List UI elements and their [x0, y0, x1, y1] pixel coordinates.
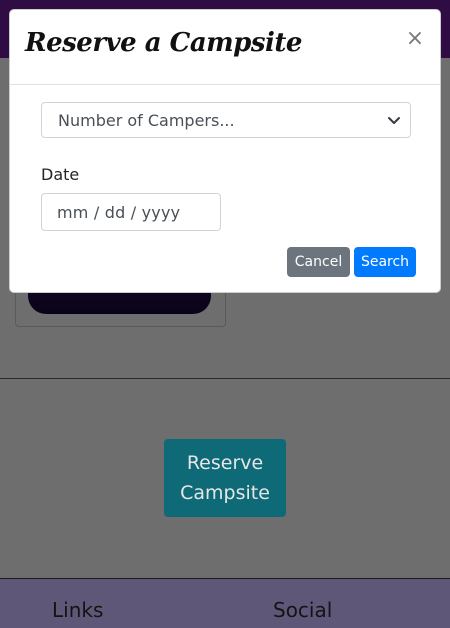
date-input-placeholder: mm / dd / yyyy — [57, 202, 181, 222]
date-input[interactable]: mm / dd / yyyy — [41, 193, 221, 231]
modal-header: Reserve a Campsite × — [10, 10, 440, 85]
reserve-campsite-button[interactable]: Reserve Campsite — [164, 439, 286, 517]
modal-title: Reserve a Campsite — [25, 28, 302, 58]
cancel-button[interactable]: Cancel — [287, 247, 350, 277]
footer-social-heading: Social — [273, 598, 333, 622]
reserve-modal: Reserve a Campsite × Number of Campers..… — [9, 9, 441, 293]
date-label: Date — [41, 165, 80, 184]
search-button[interactable]: Search — [354, 247, 416, 277]
campers-select[interactable]: Number of Campers... — [41, 102, 411, 138]
close-icon[interactable]: × — [404, 26, 426, 52]
footer-links-heading: Links — [52, 598, 104, 622]
chevron-down-icon — [388, 117, 400, 124]
campers-select-value: Number of Campers... — [58, 110, 235, 130]
